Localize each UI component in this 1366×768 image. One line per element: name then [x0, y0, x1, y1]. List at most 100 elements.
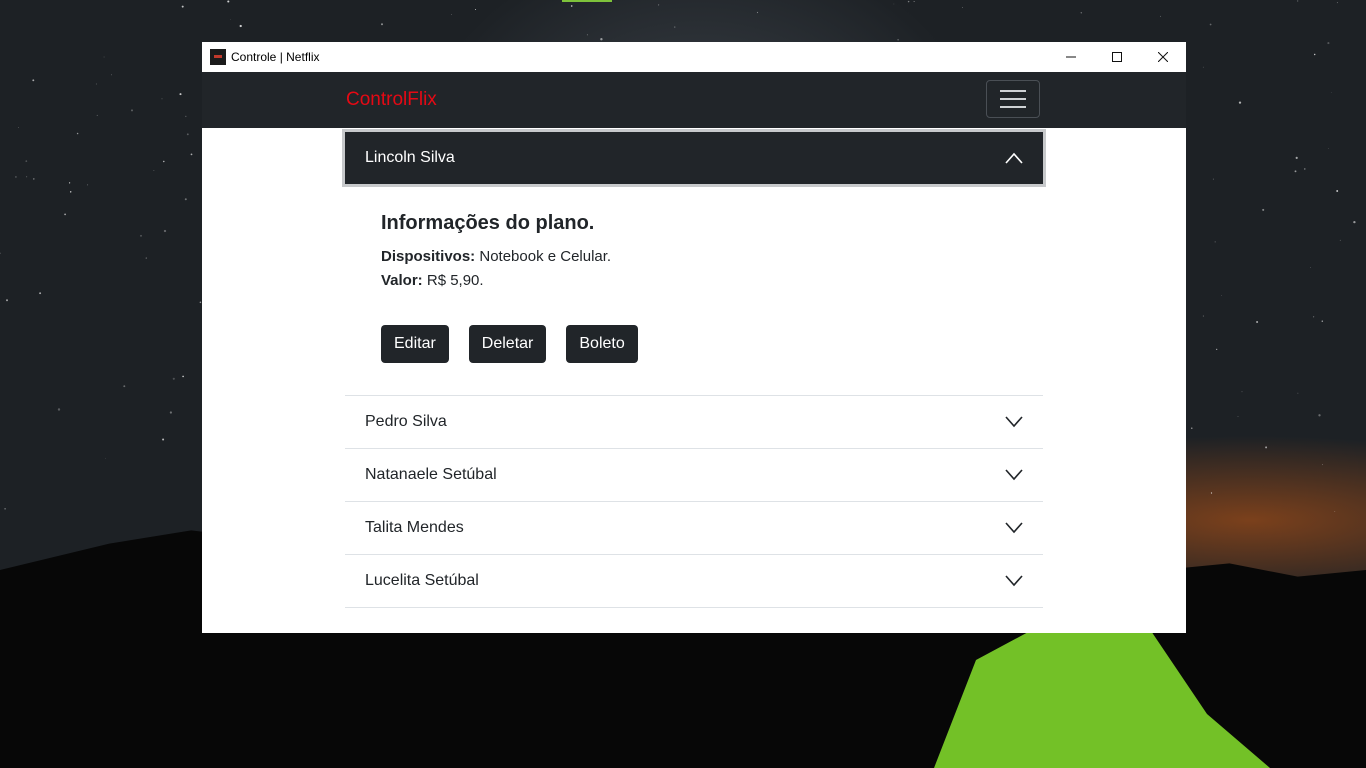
- star: [1202, 66, 1204, 68]
- star: [756, 11, 759, 14]
- edit-button[interactable]: Editar: [381, 325, 449, 363]
- star: [451, 13, 452, 15]
- hamburger-icon-line: [1000, 98, 1026, 100]
- accordion-item-name: Lincoln Silva: [365, 149, 455, 166]
- app-icon: [210, 49, 226, 65]
- price-row: Valor: R$ 5,90.: [381, 269, 1007, 293]
- navbar-toggler-button[interactable]: [986, 80, 1040, 118]
- star: [6, 299, 8, 302]
- star: [96, 114, 98, 116]
- star: [145, 257, 147, 259]
- star: [14, 175, 17, 178]
- star: [600, 38, 603, 41]
- star: [103, 56, 105, 58]
- star: [1321, 464, 1324, 466]
- chevron-up-icon: [1005, 152, 1023, 164]
- chevron-down-icon: [1005, 522, 1023, 534]
- accordion-item[interactable]: Talita Mendes: [345, 501, 1043, 554]
- accordion-item[interactable]: Pedro Silva: [345, 395, 1043, 448]
- minimize-button[interactable]: [1048, 42, 1094, 72]
- star: [68, 182, 71, 184]
- star: [1297, 392, 1299, 394]
- star: [1214, 241, 1216, 243]
- devices-value: Notebook e Celular.: [475, 248, 612, 265]
- star: [227, 0, 230, 3]
- star: [1327, 148, 1329, 149]
- accordion-item[interactable]: Natanaele Setúbal: [345, 448, 1043, 501]
- star: [1262, 208, 1265, 211]
- star: [1191, 427, 1193, 429]
- accordion-item-name: Lucelita Setúbal: [365, 572, 479, 589]
- action-buttons: Editar Deletar Boleto: [381, 325, 1007, 363]
- main-content: Lincoln Silva Informações do plano. Disp…: [202, 128, 1186, 633]
- star: [1202, 315, 1204, 317]
- star: [57, 408, 61, 411]
- star: [1318, 414, 1321, 417]
- star: [381, 23, 383, 26]
- accordion-header-open[interactable]: Lincoln Silva: [345, 132, 1043, 184]
- star: [123, 385, 126, 388]
- brand-logo[interactable]: ControlFlix: [346, 89, 437, 111]
- accordion-item-name: Pedro Silva: [365, 413, 447, 430]
- star: [32, 79, 35, 82]
- star: [1265, 446, 1268, 449]
- star: [1256, 320, 1259, 324]
- desktop-accent: [562, 0, 612, 2]
- devices-row: Dispositivos: Notebook e Celular.: [381, 245, 1007, 269]
- star: [163, 160, 165, 163]
- star: [153, 170, 155, 171]
- maximize-button[interactable]: [1094, 42, 1140, 72]
- star: [4, 507, 6, 510]
- maximize-icon: [1112, 52, 1122, 62]
- navbar: ControlFlix: [202, 72, 1186, 128]
- star: [239, 24, 242, 28]
- chevron-down-icon: [1005, 469, 1023, 481]
- star: [1353, 220, 1356, 224]
- star: [1336, 2, 1338, 4]
- star: [1334, 510, 1336, 513]
- plan-heading: Informações do plano.: [381, 212, 595, 234]
- price-label: Valor:: [381, 272, 423, 289]
- star: [586, 34, 588, 36]
- accordion-body: Informações do plano. Dispositivos: Note…: [345, 184, 1043, 395]
- star: [1304, 168, 1306, 170]
- title-bar[interactable]: Controle | Netflix: [202, 42, 1186, 72]
- star: [199, 301, 202, 304]
- star: [1310, 267, 1312, 268]
- star: [26, 176, 28, 178]
- hamburger-icon-line: [1000, 106, 1026, 108]
- star: [1336, 190, 1339, 192]
- star: [140, 234, 142, 237]
- price-value: R$ 5,90.: [422, 272, 484, 289]
- star: [0, 252, 1, 255]
- star: [105, 457, 106, 459]
- star: [1238, 101, 1242, 104]
- star: [1327, 42, 1330, 45]
- close-button[interactable]: [1140, 42, 1186, 72]
- star: [1210, 492, 1213, 494]
- star: [111, 74, 113, 76]
- devices-label: Dispositivos:: [381, 248, 476, 265]
- delete-button[interactable]: Deletar: [468, 325, 547, 363]
- star: [39, 292, 42, 295]
- hamburger-icon-line: [1000, 90, 1026, 92]
- star: [69, 191, 72, 193]
- star: [190, 153, 193, 156]
- star: [64, 213, 67, 216]
- accordion-item[interactable]: Lucelita Setúbal: [345, 554, 1043, 608]
- star: [95, 83, 97, 85]
- star: [658, 4, 660, 6]
- star: [1295, 156, 1298, 159]
- window-title: Controle | Netflix: [231, 50, 320, 64]
- star: [230, 19, 231, 20]
- star: [184, 198, 187, 201]
- star: [893, 3, 895, 5]
- star: [76, 132, 79, 135]
- star: [169, 411, 173, 414]
- boleto-button[interactable]: Boleto: [566, 325, 638, 363]
- star: [1294, 170, 1297, 173]
- star: [1216, 348, 1218, 351]
- star: [181, 5, 184, 8]
- star: [163, 229, 167, 233]
- star: [1221, 295, 1222, 296]
